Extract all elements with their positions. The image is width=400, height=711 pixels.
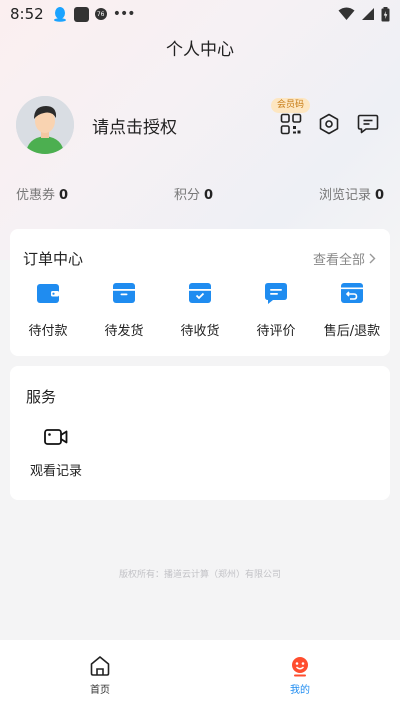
stat-coupons[interactable]: 优惠券 0	[16, 184, 69, 203]
services-title: 服务	[26, 388, 57, 406]
bottom-tab-bar: 首页 我的	[0, 640, 400, 711]
tab-home[interactable]: 首页	[0, 640, 200, 711]
profile-icon	[292, 657, 308, 677]
order-label: 待评价	[256, 324, 296, 339]
stat-points[interactable]: 积分 0	[173, 184, 214, 203]
service-label: 观看记录	[29, 464, 82, 479]
order-center-title: 订单中心	[23, 250, 84, 268]
status-time: 8:52	[10, 5, 44, 23]
tab-label: 首页	[90, 685, 110, 696]
order-after-sales[interactable]: 售后/退款	[314, 281, 390, 339]
copyright-text: 版权所有：播道云计算（郑州）有限公司	[118, 570, 281, 580]
order-label: 待发货	[104, 324, 144, 339]
status-bar: 8:52 76 •••	[0, 0, 400, 28]
wifi-icon	[338, 7, 355, 20]
stat-value: 0	[203, 188, 214, 203]
stat-label: 优惠券	[16, 188, 56, 203]
order-label: 售后/退款	[323, 324, 381, 339]
return-icon	[341, 283, 363, 303]
order-label: 待付款	[28, 324, 68, 339]
tab-label: 我的	[290, 685, 310, 696]
view-all-orders-link[interactable]: 查看全部	[313, 249, 376, 268]
default-avatar-icon	[16, 96, 74, 154]
tab-mine[interactable]: 我的	[200, 640, 400, 711]
battery-icon	[381, 6, 390, 21]
stats-row: 优惠券 0 积分 0 浏览记录 0	[16, 184, 384, 203]
order-label: 待收货	[180, 324, 220, 339]
member-code-badge[interactable]: 会员码	[271, 98, 311, 113]
signal-icon	[362, 8, 374, 20]
order-pending-review[interactable]: 待评价	[238, 281, 314, 339]
app-square-icon	[73, 6, 89, 22]
home-icon	[90, 656, 110, 676]
settings-icon[interactable]	[318, 113, 340, 135]
page-title: 个人中心	[166, 40, 234, 60]
badge-icon: 76	[94, 8, 107, 20]
box-check-icon	[189, 283, 211, 303]
services-card: 服务 观看记录	[10, 366, 390, 500]
service-watch-history[interactable]: 观看记录	[26, 428, 86, 479]
video-camera-icon	[44, 429, 68, 445]
stat-history[interactable]: 浏览记录 0	[318, 184, 384, 203]
message-icon[interactable]	[357, 113, 379, 135]
stat-value: 0	[59, 188, 69, 203]
order-center-card: 订单中心 查看全部 待付款 待发货 待收货 待评价 售后/退款	[10, 229, 390, 356]
chevron-right-icon	[369, 253, 376, 264]
more-dots-icon: •••	[112, 6, 136, 22]
qq-icon	[53, 7, 66, 22]
wallet-icon	[37, 284, 59, 303]
notification-icons: 76 •••	[52, 6, 135, 22]
stat-value: 0	[374, 188, 384, 203]
stat-label: 浏览记录	[318, 188, 371, 203]
stat-label: 积分	[173, 188, 200, 203]
qr-code-icon[interactable]	[280, 113, 302, 135]
view-all-label: 查看全部	[312, 253, 365, 268]
avatar[interactable]	[16, 96, 74, 154]
order-pending-shipment[interactable]: 待发货	[86, 281, 162, 339]
order-status-row: 待付款 待发货 待收货 待评价 售后/退款	[10, 281, 390, 339]
order-pending-payment[interactable]: 待付款	[10, 281, 86, 339]
box-icon	[113, 283, 135, 303]
authorize-login-link[interactable]: 请点击授权	[92, 113, 177, 138]
comment-icon	[265, 283, 287, 304]
order-pending-receipt[interactable]: 待收货	[162, 281, 238, 339]
